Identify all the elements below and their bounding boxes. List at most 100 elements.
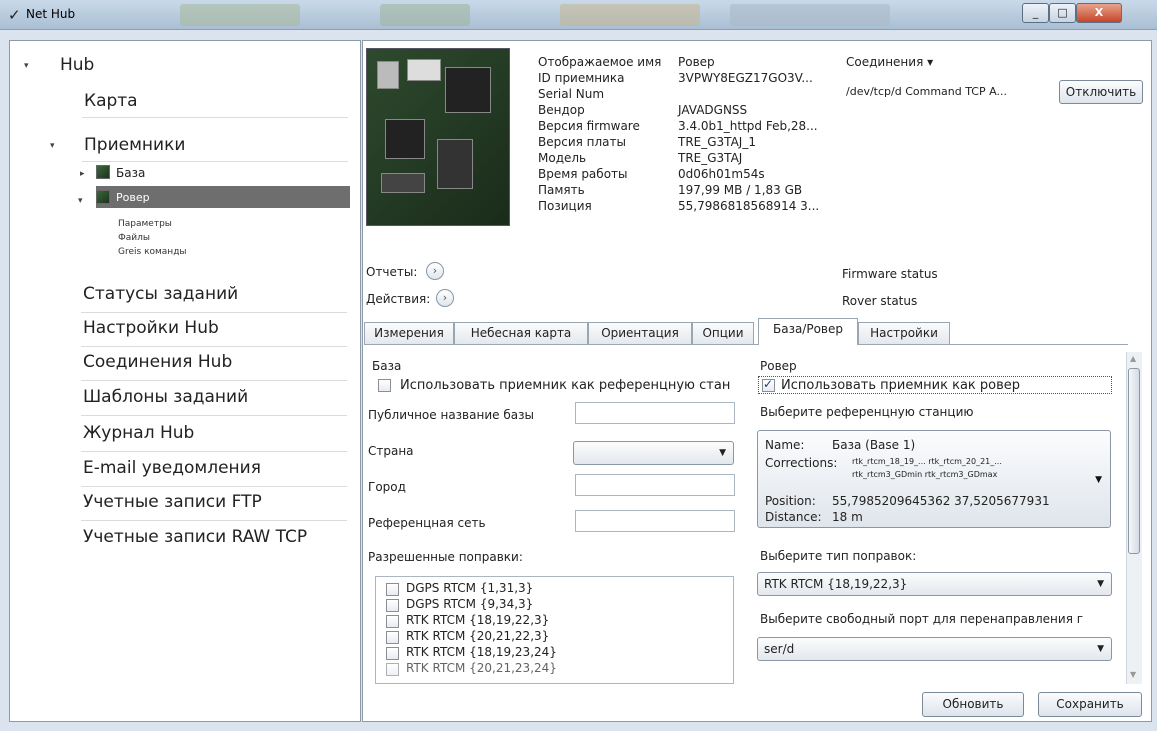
tab-orientation[interactable]: Ориентация	[588, 322, 692, 344]
tree-item-base[interactable]: База	[116, 166, 145, 180]
divider	[81, 312, 347, 313]
disconnect-button[interactable]: Отключить	[1059, 80, 1143, 104]
info-value: JAVADGNSS	[678, 103, 748, 117]
allowed-corrections-label: Разрешенные поправки:	[368, 550, 523, 564]
correction-checkbox[interactable]	[386, 583, 399, 596]
use-as-reference-label: Использовать приемник как референцную ст…	[400, 378, 731, 393]
expand-arrow-icon[interactable]: ▾	[78, 196, 83, 206]
scroll-up-icon[interactable]: ▲	[1130, 354, 1136, 363]
city-input[interactable]	[575, 474, 735, 496]
correction-label: DGPS RTCM {1,31,3}	[406, 581, 534, 595]
list-item[interactable]: RTK RTCM {18,19,23,24}	[386, 645, 686, 661]
ref-position-label: Position:	[765, 494, 816, 508]
country-select[interactable]: ▼	[573, 441, 734, 465]
public-name-input[interactable]	[575, 402, 735, 424]
nav-item-email-notifications[interactable]: E-mail уведомления	[83, 458, 261, 478]
info-label: Память	[538, 183, 585, 197]
tab-underline	[364, 344, 1128, 345]
nav-item-hub-log[interactable]: Журнал Hub	[83, 423, 194, 443]
dropdown-arrow-icon: ▼	[1097, 579, 1104, 589]
list-item[interactable]: RTK RTCM {20,21,23,24}	[386, 661, 686, 677]
nav-item-task-templates[interactable]: Шаблоны заданий	[83, 387, 248, 407]
ref-distance-label: Distance:	[765, 510, 822, 524]
tab-settings[interactable]: Настройки	[858, 322, 950, 344]
ref-network-input[interactable]	[575, 510, 735, 532]
dropdown-arrow-icon: ▼	[1095, 475, 1102, 485]
nav-item-receivers[interactable]: Приемники	[84, 135, 185, 155]
tab-measurements[interactable]: Измерения	[364, 322, 454, 344]
maximize-button[interactable]: □	[1049, 3, 1076, 23]
port-select[interactable]: ser/d ▼	[757, 637, 1112, 661]
dropdown-arrow-icon: ▼	[1097, 644, 1104, 654]
tree-item-parameters[interactable]: Параметры	[118, 219, 172, 229]
use-as-reference-checkbox[interactable]	[378, 379, 391, 392]
nav-item-raw-tcp-accounts[interactable]: Учетные записи RAW TCP	[83, 527, 307, 547]
divider	[81, 380, 347, 381]
correction-checkbox[interactable]	[386, 615, 399, 628]
tree-item-greis[interactable]: Greis команды	[118, 247, 187, 257]
correction-checkbox[interactable]	[386, 663, 399, 676]
list-item[interactable]: RTK RTCM {18,19,22,3}	[386, 613, 686, 629]
choose-reference-label: Выберите референцную станцию	[760, 405, 974, 419]
info-label: Вендор	[538, 103, 585, 117]
save-button[interactable]: Сохранить	[1038, 692, 1142, 717]
correction-label: DGPS RTCM {9,34,3}	[406, 597, 534, 611]
info-label: Serial Num	[538, 87, 605, 101]
tab-sky-map[interactable]: Небесная карта	[454, 322, 588, 344]
reports-expand-icon[interactable]: ›	[426, 262, 444, 280]
actions-label: Действия:	[366, 292, 431, 306]
correction-checkbox[interactable]	[386, 631, 399, 644]
title-bar[interactable]	[0, 0, 1157, 30]
nav-item-task-statuses[interactable]: Статусы заданий	[83, 284, 238, 304]
nav-item-ftp-accounts[interactable]: Учетные записи FTP	[83, 492, 262, 512]
correction-checkbox[interactable]	[386, 647, 399, 660]
expand-arrow-icon[interactable]: ▾	[50, 141, 55, 151]
ref-corrections-value: rtk_rtcm3_GDmin rtk_rtcm3_GDmax	[852, 470, 998, 479]
window-title: Net Hub	[26, 7, 76, 21]
ref-position-value: 55,7985209645362 37,5205677931	[832, 494, 1050, 508]
refresh-button[interactable]: Обновить	[922, 692, 1024, 717]
correction-type-label: Выберите тип поправок:	[760, 549, 917, 563]
list-item[interactable]: DGPS RTCM {1,31,3}	[386, 581, 686, 597]
divider	[81, 346, 347, 347]
base-section-title: База	[372, 359, 402, 373]
tab-base-rover[interactable]: База/Ровер	[758, 318, 858, 345]
list-item[interactable]: DGPS RTCM {9,34,3}	[386, 597, 686, 613]
ref-distance-value: 18 m	[832, 510, 863, 524]
tab-options[interactable]: Опции	[692, 322, 754, 344]
info-value: Ровер	[678, 55, 715, 69]
correction-label: RTK RTCM {18,19,22,3}	[406, 613, 550, 627]
nav-item-hub-settings[interactable]: Настройки Hub	[83, 318, 219, 338]
ref-name-value: База (Base 1)	[832, 438, 916, 452]
actions-expand-icon[interactable]: ›	[436, 289, 454, 307]
collapse-arrow-icon[interactable]: ▸	[80, 169, 85, 179]
correction-checkbox[interactable]	[386, 599, 399, 612]
correction-type-select[interactable]: RTK RTCM {18,19,22,3} ▼	[757, 572, 1112, 596]
correction-label: RTK RTCM {18,19,23,24}	[406, 645, 557, 659]
use-as-rover-checkbox[interactable]	[762, 377, 775, 392]
tree-item-files[interactable]: Файлы	[118, 233, 150, 243]
app-logo-icon: ✓	[8, 6, 21, 24]
divider	[81, 486, 347, 487]
firmware-status-label: Firmware status	[842, 267, 938, 281]
corrections-list[interactable]: DGPS RTCM {1,31,3} DGPS RTCM {9,34,3} RT…	[375, 576, 734, 684]
tree-item-rover-label: Ровер	[116, 191, 150, 204]
nav-item-hub-connections[interactable]: Соединения Hub	[83, 352, 232, 372]
nav-item-map[interactable]: Карта	[84, 91, 138, 111]
divider	[81, 451, 347, 452]
sidebar: ▾ Hub Карта ▾ Приемники ▸ База ▾	[9, 40, 361, 722]
close-button[interactable]: X	[1076, 3, 1122, 23]
list-item[interactable]: RTK RTCM {20,21,22,3}	[386, 629, 686, 645]
divider	[82, 117, 348, 118]
info-label: Позиция	[538, 199, 592, 213]
expand-arrow-icon[interactable]: ▾	[24, 61, 29, 71]
scroll-down-icon[interactable]: ▼	[1130, 670, 1136, 679]
ref-name-label: Name:	[765, 438, 805, 452]
port-value: ser/d	[764, 642, 795, 656]
info-value: 197,99 MB / 1,83 GB	[678, 183, 803, 197]
tree-item-hub[interactable]: Hub	[60, 55, 94, 75]
scrollbar-thumb[interactable]	[1128, 368, 1140, 554]
minimize-button[interactable]: _	[1022, 3, 1049, 23]
public-name-label: Публичное название базы	[368, 408, 534, 422]
connections-dropdown[interactable]: Соединения ▾	[846, 55, 933, 69]
